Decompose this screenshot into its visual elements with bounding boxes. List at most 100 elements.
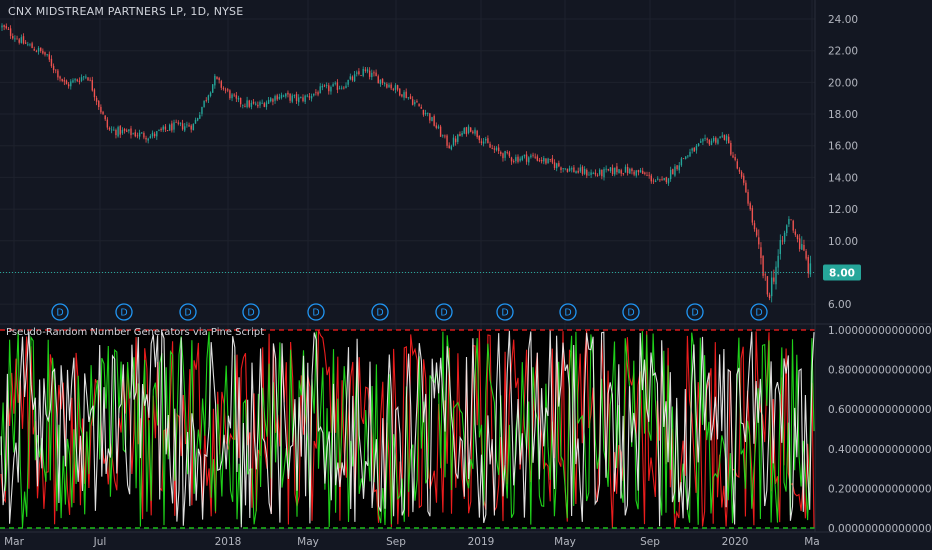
candle-body xyxy=(231,94,233,99)
candle-body xyxy=(14,38,16,40)
candle-body xyxy=(332,84,334,87)
candle-body xyxy=(556,163,558,169)
x-tick-label: 2018 xyxy=(215,536,242,548)
candle-body xyxy=(700,141,702,143)
candle-body xyxy=(102,111,104,115)
x-tick-label: Sep xyxy=(386,536,406,548)
candle-body xyxy=(405,91,407,98)
dividend-marker-label: D xyxy=(56,308,63,319)
candle-body xyxy=(467,126,470,133)
candle-body xyxy=(7,29,10,30)
candle-body xyxy=(504,151,506,158)
candle-body xyxy=(366,69,369,72)
indicator-y-tick-label: 0.2000000000000001 xyxy=(828,483,932,495)
candle-body xyxy=(485,138,487,141)
x-tick-label: Mar xyxy=(4,536,24,548)
candle-body xyxy=(46,54,48,55)
candle-body xyxy=(594,172,597,175)
x-tick-label: May xyxy=(554,536,576,548)
dividend-marker[interactable]: D xyxy=(496,303,514,321)
dividend-marker[interactable]: D xyxy=(179,303,197,321)
candle-body xyxy=(568,168,571,171)
dividend-marker[interactable]: D xyxy=(115,303,133,321)
candle-body xyxy=(639,170,642,173)
candle-body xyxy=(321,85,324,88)
dividend-marker[interactable]: D xyxy=(435,303,453,321)
candle-body xyxy=(216,76,218,79)
dividend-marker[interactable]: D xyxy=(242,303,260,321)
candle-body xyxy=(540,160,543,162)
dividend-marker[interactable]: D xyxy=(750,303,768,321)
y-tick-label: 22.00 xyxy=(828,46,858,58)
candle-body xyxy=(429,113,431,121)
candle-body xyxy=(652,180,655,182)
candle-body xyxy=(323,85,326,87)
indicator-y-tick-label: 0.6000000000000001 xyxy=(828,404,932,416)
candle-body xyxy=(368,70,371,77)
candle-body xyxy=(571,168,573,170)
candle-body xyxy=(661,179,663,181)
candle-body xyxy=(461,132,463,136)
candle-body xyxy=(169,124,171,131)
candle-body xyxy=(194,119,197,124)
candle-body xyxy=(244,106,246,108)
candle-body xyxy=(730,142,732,155)
candle-body xyxy=(242,104,244,106)
candle-body xyxy=(317,92,319,95)
candle-body xyxy=(31,43,33,49)
candle-body xyxy=(222,87,225,89)
candle-body xyxy=(728,136,730,144)
candle-body xyxy=(659,179,661,181)
candle-body xyxy=(20,37,23,43)
candle-body xyxy=(93,89,96,98)
candle-body xyxy=(181,123,184,130)
candle-body xyxy=(489,143,491,148)
candle-body xyxy=(476,130,478,137)
candle-body xyxy=(618,169,620,174)
candle-body xyxy=(272,99,274,102)
candle-body xyxy=(37,48,40,52)
candle-body xyxy=(250,102,253,107)
candle-body xyxy=(218,78,220,81)
candle-body xyxy=(702,139,704,142)
candle-body xyxy=(166,130,169,131)
dividend-marker[interactable]: D xyxy=(371,303,389,321)
candle-body xyxy=(500,151,502,154)
candle-body xyxy=(1,25,3,28)
candle-body xyxy=(375,72,377,77)
candle-body xyxy=(454,138,457,143)
candle-body xyxy=(480,141,483,143)
candle-body xyxy=(669,169,672,180)
candle-body xyxy=(280,94,283,98)
candle-body xyxy=(184,126,186,131)
candle-body xyxy=(85,76,87,78)
candle-body xyxy=(336,82,339,90)
candle-body xyxy=(620,170,622,174)
dividend-marker[interactable]: D xyxy=(307,303,325,321)
candle-body xyxy=(334,82,336,84)
candle-body xyxy=(55,69,57,71)
candle-body xyxy=(650,175,652,182)
candle-body xyxy=(371,72,373,78)
candle-body xyxy=(788,218,790,225)
candle-body xyxy=(119,126,121,135)
candle-body xyxy=(622,173,625,174)
candle-body xyxy=(470,127,472,132)
candle-body xyxy=(734,156,736,160)
candle-body xyxy=(495,147,498,151)
candle-body xyxy=(130,128,132,136)
candle-body xyxy=(282,95,285,97)
candle-body xyxy=(437,126,440,129)
candle-body xyxy=(663,178,665,181)
candle-body xyxy=(751,208,754,223)
candle-body xyxy=(452,137,455,146)
dividend-marker[interactable]: D xyxy=(686,303,704,321)
candle-body xyxy=(343,87,345,89)
dividend-marker[interactable]: D xyxy=(559,303,577,321)
dividend-marker[interactable]: D xyxy=(622,303,640,321)
candle-body xyxy=(377,76,379,84)
candle-body xyxy=(796,235,799,240)
candle-body xyxy=(532,154,534,156)
candle-body xyxy=(422,109,425,115)
dividend-marker[interactable]: D xyxy=(51,303,69,321)
